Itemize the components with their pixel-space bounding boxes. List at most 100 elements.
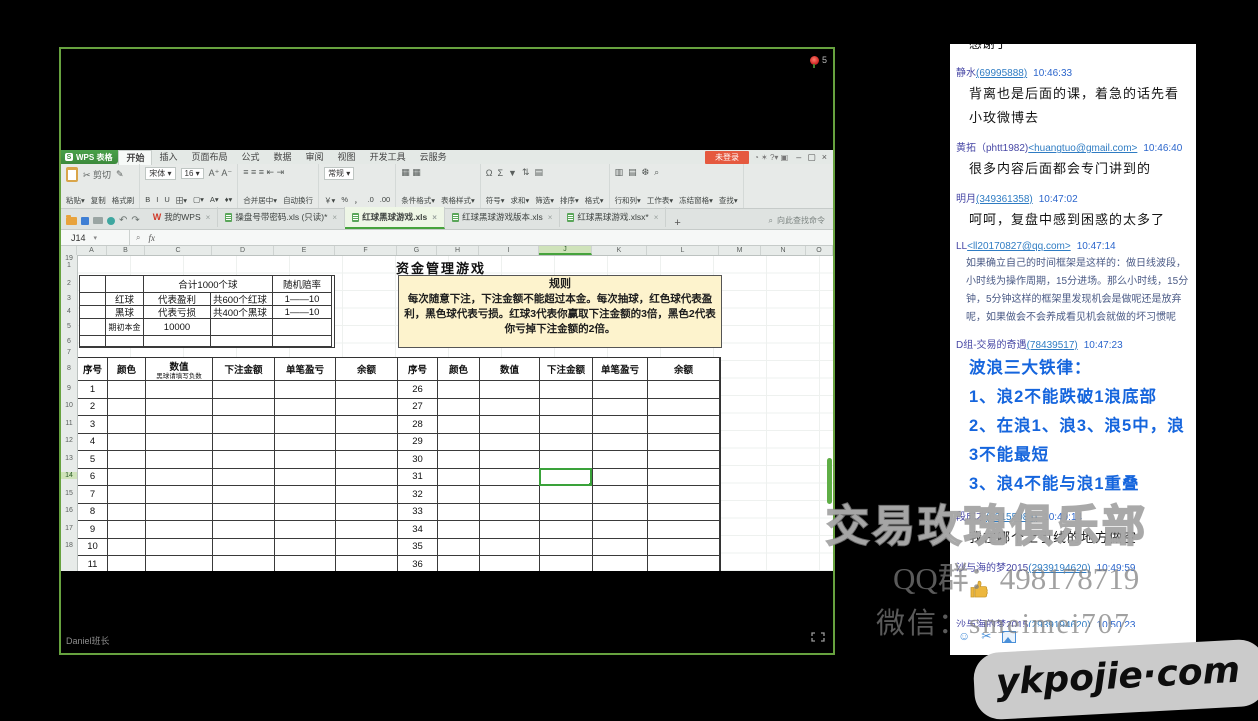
info-black-odds[interactable]: 1——10 (273, 306, 332, 319)
emoticon-icon[interactable]: ☺ (958, 629, 970, 643)
menu-tab-1[interactable]: 插入 (152, 150, 184, 164)
ribbon-button[interactable]: U (164, 195, 169, 206)
info-cell[interactable] (80, 276, 106, 293)
bet-header-6[interactable]: 序号 (398, 358, 438, 381)
chat-sender-id-link[interactable]: (349361358) (976, 194, 1033, 205)
bet-cell[interactable] (438, 504, 480, 522)
paste-icon[interactable] (66, 167, 78, 182)
bet-cell[interactable] (275, 451, 336, 469)
bet-cell[interactable] (480, 486, 540, 504)
bet-cell[interactable] (146, 504, 213, 522)
chat-sender-id-link[interactable]: <ll20170827@qq.com> (967, 241, 1071, 252)
menu-tab-0[interactable]: 开始 (118, 150, 152, 165)
bet-cell[interactable] (275, 539, 336, 557)
chat-sender-id-link[interactable]: (78439517) (1027, 340, 1078, 351)
ribbon-button[interactable]: 表格样式▾ (441, 195, 475, 206)
bet-cell[interactable]: 11 (78, 556, 108, 571)
close-tab-icon[interactable]: × (548, 213, 553, 222)
bet-cell[interactable] (146, 434, 213, 452)
bet-cell[interactable] (648, 556, 720, 571)
row-header-10[interactable]: 10 (61, 402, 77, 409)
bet-cell[interactable] (275, 556, 336, 571)
bet-cell[interactable] (593, 539, 648, 557)
cell-name-box[interactable]: J14 ▾ (61, 230, 130, 245)
wps-logo[interactable]: S WPS 表格 (61, 150, 118, 164)
bet-cell[interactable] (336, 434, 398, 452)
bet-cell[interactable] (593, 469, 648, 487)
bet-cell[interactable] (146, 451, 213, 469)
bet-cell[interactable] (336, 539, 398, 557)
bet-header-3[interactable]: 下注金额 (213, 358, 275, 381)
bet-cell[interactable] (275, 469, 336, 487)
bet-cell[interactable] (648, 434, 720, 452)
scissors-icon[interactable]: ✂ (981, 629, 991, 643)
row-header-18[interactable]: 18 (61, 542, 77, 549)
row-header-16[interactable]: 16 (61, 507, 77, 514)
row-header-5[interactable]: 5 (61, 323, 77, 330)
bet-cell[interactable] (146, 381, 213, 399)
bet-cell[interactable] (593, 451, 648, 469)
bet-cell[interactable] (438, 469, 480, 487)
bet-cell[interactable] (108, 469, 146, 487)
bet-cell[interactable] (540, 521, 593, 539)
menu-tab-6[interactable]: 视图 (331, 150, 363, 164)
ribbon-button[interactable]: 合并居中▾ (243, 195, 277, 206)
ribbon-button[interactable]: ， (354, 195, 362, 206)
ribbon-icon[interactable]: ▤ (628, 167, 637, 178)
bet-cell[interactable] (336, 381, 398, 399)
bet-cell[interactable] (213, 521, 275, 539)
info-red-odds[interactable]: 1——10 (273, 293, 332, 306)
ribbon-button[interactable]: 排序▾ (560, 195, 579, 206)
bet-cell[interactable] (146, 486, 213, 504)
bet-cell[interactable]: 9 (78, 521, 108, 539)
titlebar-icon-1[interactable]: ✶ (761, 153, 770, 162)
ribbon-icon[interactable]: ≡ ≡ ≡ ⇤ ⇥ (243, 167, 284, 178)
bet-cell[interactable] (438, 521, 480, 539)
row-header-3[interactable]: 3 (61, 295, 77, 302)
bet-cell[interactable] (336, 469, 398, 487)
bet-cell[interactable] (438, 486, 480, 504)
bet-cell[interactable] (438, 556, 480, 571)
bet-cell[interactable]: 33 (398, 504, 438, 522)
ribbon-button[interactable]: A▾ (210, 195, 219, 206)
info-black-desc[interactable]: 代表亏损 (144, 306, 211, 319)
print-icon[interactable] (93, 217, 103, 224)
column-header-N[interactable]: N (761, 246, 806, 255)
ribbon-dropdown[interactable]: 常规 ▾ (324, 167, 354, 180)
fullscreen-icon[interactable] (811, 629, 825, 647)
ribbon-button[interactable]: .0 (368, 195, 374, 206)
bet-cell[interactable]: 36 (398, 556, 438, 571)
info-cell[interactable] (80, 306, 106, 319)
bet-cell[interactable]: 6 (78, 469, 108, 487)
bet-cell[interactable] (540, 539, 593, 557)
bet-cell[interactable] (213, 486, 275, 504)
menu-tab-5[interactable]: 审阅 (299, 150, 331, 164)
ribbon-icon[interactable]: ✂ 剪切 (83, 168, 111, 181)
bet-cell[interactable] (593, 486, 648, 504)
bet-cell[interactable] (648, 451, 720, 469)
ribbon-icon[interactable]: Ω (486, 168, 493, 178)
preview-icon[interactable] (107, 217, 115, 225)
bet-cell[interactable] (108, 486, 146, 504)
bet-cell[interactable] (648, 504, 720, 522)
menu-tab-8[interactable]: 云服务 (413, 150, 454, 164)
bet-cell[interactable] (108, 416, 146, 434)
info-capital-label[interactable]: 期初本金 (106, 319, 144, 336)
info-cell[interactable] (106, 276, 144, 293)
bet-cell[interactable] (108, 399, 146, 417)
bet-cell[interactable] (213, 399, 275, 417)
bet-cell[interactable] (540, 416, 593, 434)
row-header-17[interactable]: 17 (61, 525, 77, 532)
document-tab-2[interactable]: 红球黑球游戏.xls× (345, 207, 445, 229)
bet-cell[interactable] (108, 556, 146, 571)
column-header-B[interactable]: B (107, 246, 145, 255)
bet-cell[interactable] (213, 381, 275, 399)
ribbon-button[interactable]: ▢▾ (193, 195, 204, 206)
bet-cell[interactable] (336, 521, 398, 539)
bet-cell[interactable] (146, 539, 213, 557)
bet-cell[interactable] (336, 504, 398, 522)
bet-cell[interactable] (480, 539, 540, 557)
image-icon[interactable] (1002, 631, 1016, 643)
scrollbar-thumb[interactable] (827, 458, 832, 504)
menu-tab-7[interactable]: 开发工具 (363, 150, 413, 164)
